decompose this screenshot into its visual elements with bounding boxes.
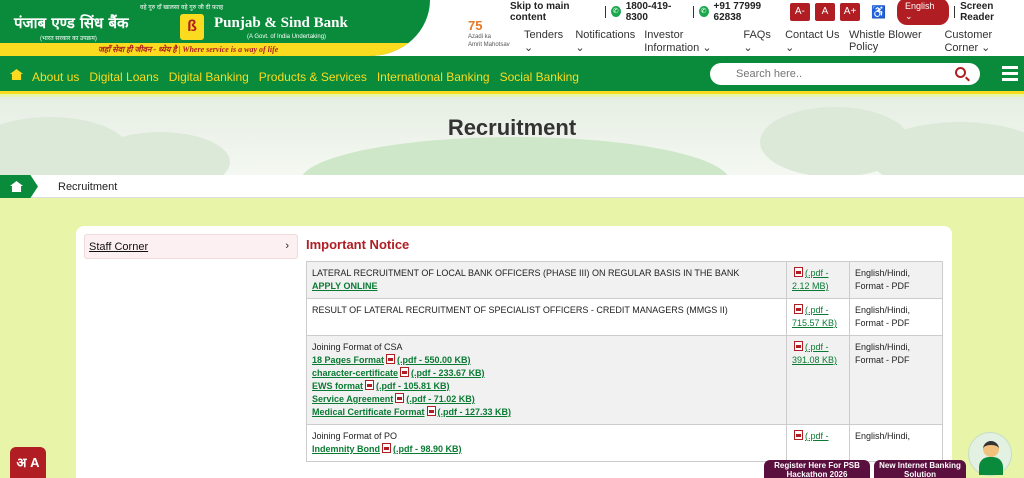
search-input[interactable] bbox=[736, 63, 956, 85]
nav-international-banking[interactable]: International Banking bbox=[377, 70, 490, 84]
content-card: Staff Corner › Important Notice LATERAL … bbox=[76, 226, 952, 478]
logo-hindi-sub: (भारत सरकार का उपक्रम) bbox=[40, 36, 97, 42]
nav-tenders[interactable]: Tenders ⌄ bbox=[524, 29, 566, 54]
pdf-icon bbox=[395, 393, 405, 403]
secondary-nav: Tenders ⌄ Notifications ⌄ Investor Infor… bbox=[524, 29, 1024, 54]
nav-contact-us[interactable]: Contact Us ⌄ bbox=[785, 29, 840, 54]
main-nav: About us Digital Loans Digital Banking P… bbox=[0, 56, 1024, 94]
toll-free-number[interactable]: 1800-419-8300 bbox=[626, 1, 688, 23]
pdf-icon bbox=[794, 267, 803, 277]
bank-logo[interactable]: वहे गुरु दाँ खालसा वहे गुरु जी दी फ़तह प… bbox=[0, 0, 430, 56]
doc-link-18-pages[interactable]: 18 Pages Format (.pdf - 550.00 KB) bbox=[312, 354, 781, 367]
utility-bar: Skip to main content ✆ 1800-419-8300 ✆ +… bbox=[510, 0, 1024, 25]
azadi-logo: 75 Azadi ka Amrit Mahotsav bbox=[468, 18, 510, 48]
nav-faqs[interactable]: FAQs ⌄ bbox=[743, 29, 776, 54]
table-row: Joining Format of PO Indemnity Bond (.pdf… bbox=[306, 424, 943, 462]
nav-investor-information[interactable]: Investor Information ⌄ bbox=[644, 29, 734, 54]
pdf-icon bbox=[400, 367, 410, 377]
nav-digital-banking[interactable]: Digital Banking bbox=[169, 70, 249, 84]
whatsapp-icon: ✆ bbox=[698, 6, 709, 17]
logo-english-sub: (A Govt. of India Undertaking) bbox=[247, 34, 327, 40]
nav-digital-loans[interactable]: Digital Loans bbox=[89, 70, 158, 84]
screen-reader-link[interactable]: Screen Reader bbox=[960, 1, 1024, 23]
nav-notifications[interactable]: Notifications ⌄ bbox=[575, 29, 635, 54]
skip-link[interactable]: Skip to main content bbox=[510, 1, 600, 23]
notice-table: LATERAL RECRUITMENT OF LOCAL BANK OFFICE… bbox=[306, 261, 943, 462]
pdf-icon bbox=[426, 406, 436, 416]
doc-link-indemnity-bond[interactable]: Indemnity Bond (.pdf - 98.90 KB) bbox=[312, 443, 781, 456]
page-title: Recruitment bbox=[447, 115, 577, 140]
doc-link-ews-format[interactable]: EWS format (.pdf - 105.81 KB) bbox=[312, 380, 781, 393]
font-reset-button[interactable]: A bbox=[814, 2, 835, 21]
logo-english-name: Punjab & Sind Bank bbox=[214, 15, 348, 31]
pdf-icon bbox=[382, 443, 391, 453]
site-header: वहे गुरु दाँ खालसा वहे गुरु जी दी फ़तह प… bbox=[0, 0, 1024, 56]
logo-mark-icon: ß bbox=[180, 14, 204, 40]
breadcrumb: Recruitment bbox=[0, 175, 1024, 198]
nav-social-banking[interactable]: Social Banking bbox=[500, 70, 579, 84]
whatsapp-number[interactable]: +91 77999 62838 bbox=[714, 1, 785, 23]
pdf-icon bbox=[794, 304, 803, 314]
table-row: Joining Format of CSA 18 Pages Format (.p… bbox=[306, 335, 943, 425]
pdf-icon bbox=[794, 430, 803, 440]
nav-whistle-blower[interactable]: Whistle Blower Policy bbox=[849, 29, 936, 54]
breadcrumb-home[interactable] bbox=[0, 175, 38, 198]
chevron-right-icon: › bbox=[285, 240, 289, 252]
home-icon[interactable] bbox=[10, 69, 23, 80]
apply-online-link[interactable]: APPLY ONLINE bbox=[312, 280, 781, 293]
search-icon[interactable] bbox=[955, 67, 966, 78]
logo-hindi-name: पंजाब एण्ड सिंध बैंक bbox=[14, 14, 129, 32]
home-icon bbox=[10, 181, 23, 192]
table-row: LATERAL RECRUITMENT OF LOCAL BANK OFFICE… bbox=[306, 261, 943, 299]
pdf-icon bbox=[386, 354, 396, 364]
section-title: Important Notice bbox=[306, 237, 410, 252]
pdf-icon bbox=[365, 380, 375, 390]
doc-link-character-certificate[interactable]: character-certificate (.pdf - 233.67 KB) bbox=[312, 367, 781, 380]
hackathon-register-button[interactable]: Register Here For PSB Hackathon 2026 bbox=[764, 460, 870, 478]
search-box bbox=[710, 63, 980, 85]
pdf-icon bbox=[794, 341, 803, 351]
language-select[interactable]: English ⌄ bbox=[897, 0, 950, 25]
nav-about-us[interactable]: About us bbox=[32, 70, 79, 84]
internet-banking-button[interactable]: New Internet Banking Solution bbox=[874, 460, 966, 478]
page-banner: Recruitment bbox=[0, 97, 1024, 175]
chatbot-avatar-icon[interactable] bbox=[968, 432, 1012, 476]
nav-customer-corner[interactable]: Customer Corner ⌄ bbox=[944, 29, 1024, 54]
logo-top-line: वहे गुरु दाँ खालसा वहे गुरु जी दी फ़तह bbox=[140, 5, 224, 11]
table-row: RESULT OF LATERAL RECRUITMENT OF SPECIAL… bbox=[306, 298, 943, 336]
nav-products-services[interactable]: Products & Services bbox=[259, 70, 367, 84]
accessibility-icon[interactable]: ♿ bbox=[871, 5, 886, 19]
logo-tagline: जहाँ सेवा ही जीवन - ध्येय है | Where ser… bbox=[98, 45, 279, 54]
doc-link-medical-certificate[interactable]: Medical Certificate Format (.pdf - 127.33… bbox=[312, 406, 781, 419]
pdf-download-link[interactable]: (.pdf - bbox=[805, 431, 829, 441]
font-increase-button[interactable]: A+ bbox=[840, 2, 861, 21]
hamburger-menu-icon[interactable] bbox=[1002, 66, 1018, 81]
breadcrumb-current: Recruitment bbox=[58, 181, 118, 193]
phone-icon: ✆ bbox=[610, 6, 621, 17]
language-toggle-button[interactable]: अ A bbox=[10, 447, 46, 478]
doc-link-service-agreement[interactable]: Service Agreement (.pdf - 71.02 KB) bbox=[312, 393, 781, 406]
font-decrease-button[interactable]: A- bbox=[789, 2, 810, 21]
sidebar-item-staff-corner[interactable]: Staff Corner › bbox=[84, 234, 298, 259]
